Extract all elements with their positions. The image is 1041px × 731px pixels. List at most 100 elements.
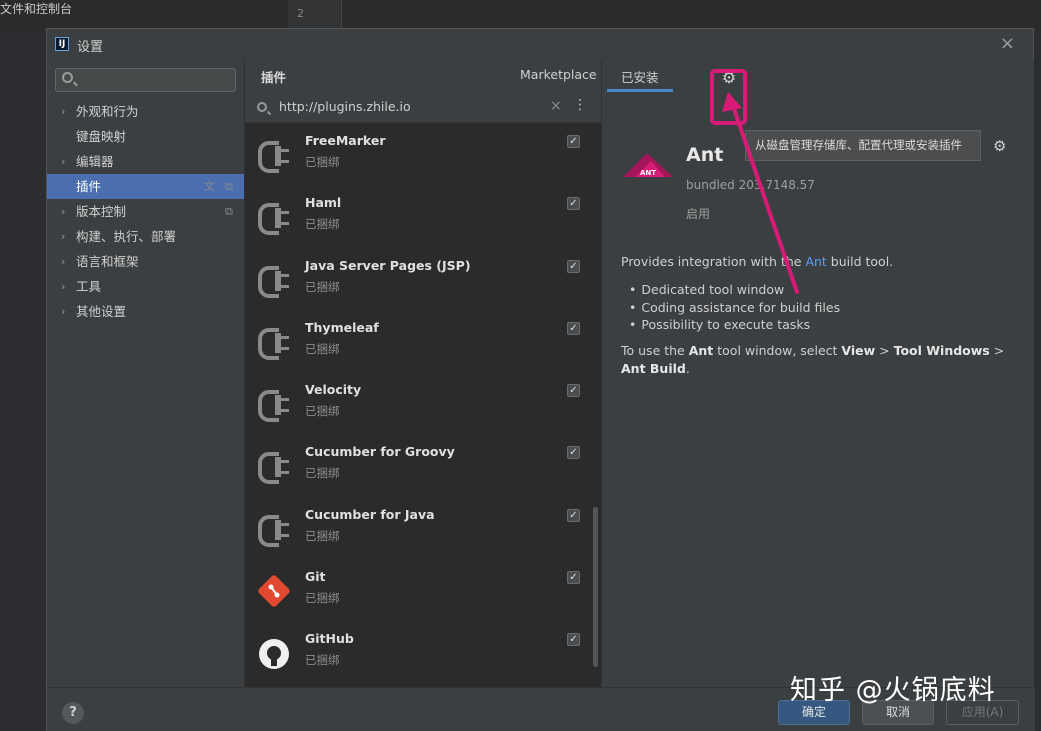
editor-area — [343, 0, 1041, 30]
plugin-search-bar[interactable]: http://plugins.zhile.io × ⋮ — [245, 93, 602, 123]
sidebar-item-label: 其他设置 — [76, 304, 127, 319]
nav-list: › 外观和行为 键盘映射 › 编辑器 插件文 ⧉ › 版本控制 ⧉ › 构建、执行、部署 › 语言和框架 ›… — [47, 99, 244, 324]
plugin-enabled-checkbox[interactable]: ✓ — [567, 259, 580, 273]
plugin-state: 启用 — [686, 207, 711, 221]
sidebar-item[interactable]: › 版本控制 ⧉ — [47, 199, 244, 224]
plugin-name: Velocity — [305, 382, 362, 398]
plugin-version: bundled 203.7148.57 — [686, 178, 815, 192]
sidebar-item[interactable]: › 构建、执行、部署 — [47, 224, 244, 249]
sidebar-item-label: 键盘映射 — [76, 129, 127, 144]
annotation-highlight-box — [710, 69, 747, 125]
plugin-name: Ant — [686, 144, 724, 166]
chevron-right-icon[interactable]: › — [61, 199, 65, 224]
plugin-description: Provides integration with the Ant build … — [621, 254, 894, 269]
intellij-app-icon: IJ — [55, 37, 69, 51]
git-icon — [257, 573, 293, 611]
sidebar-item-label: 外观和行为 — [76, 104, 139, 119]
plugin-list-scrollbar[interactable] — [593, 507, 598, 667]
plugin-enabled-checkbox[interactable]: ✓ — [567, 508, 580, 522]
gear-tooltip: 从磁盘管理存储库、配置代理或安装插件 — [745, 130, 981, 161]
sidebar-item[interactable]: › 其他设置 — [47, 299, 244, 324]
feature-list: Dedicated tool windowCoding assistance f… — [629, 281, 840, 334]
sidebar-item-label: 插件 — [76, 179, 102, 194]
zhihu-watermark: 知乎 @火锅底料 — [790, 675, 996, 706]
plugin-enabled-checkbox[interactable]: ✓ — [567, 321, 580, 335]
clear-search-icon[interactable]: × — [550, 98, 562, 114]
plugin-enabled-checkbox[interactable]: ✓ — [567, 135, 580, 148]
sidebar-item[interactable]: 插件 文 ⧉ — [47, 174, 244, 199]
sidebar-item[interactable]: › 编辑器 — [47, 149, 244, 174]
sidebar-item-label: 语言和框架 — [76, 254, 139, 269]
plugin-row[interactable]: Git 已捆绑 ✓ — [245, 567, 595, 629]
chevron-right-icon[interactable]: › — [61, 99, 65, 124]
settings-dialog: IJ 设置 × › 外观和行为 键盘映射 › 编辑器 插件文 ⧉ › 版本控制 ⧉ › 构建、执行、部… — [46, 28, 1035, 731]
chevron-right-icon[interactable]: › — [61, 299, 65, 324]
plugin-row[interactable]: Cucumber for Groovy 已捆绑 ✓ — [245, 442, 595, 504]
plugin-row[interactable]: Cucumber for Java 已捆绑 ✓ — [245, 505, 595, 567]
plug-icon — [257, 511, 293, 549]
plugin-enabled-checkbox[interactable]: ✓ — [567, 446, 580, 460]
plugin-row[interactable]: GitHub 已捆绑 ✓ — [245, 629, 595, 691]
help-button[interactable]: ? — [62, 702, 84, 724]
plugin-status: 已捆绑 — [305, 591, 340, 606]
tab-marketplace[interactable]: Marketplace — [520, 67, 597, 82]
dialog-title: 设置 — [77, 40, 104, 55]
plugin-enabled-checkbox[interactable]: ✓ — [567, 571, 580, 585]
plugin-name: Thymeleaf — [305, 319, 379, 335]
plugin-search-input[interactable]: http://plugins.zhile.io — [279, 99, 411, 114]
chevron-right-icon[interactable]: › — [61, 249, 65, 274]
nav-search-input[interactable] — [55, 68, 236, 92]
dialog-titlebar: IJ 设置 × — [47, 29, 1033, 59]
plugin-enabled-checkbox[interactable]: ✓ — [567, 633, 580, 647]
plugin-row[interactable]: Velocity 已捆绑 ✓ — [245, 380, 595, 442]
plugin-status: 已捆绑 — [305, 404, 340, 419]
plugin-status: 已捆绑 — [305, 279, 340, 294]
plugin-status: 已捆绑 — [305, 217, 340, 232]
plug-icon — [257, 324, 293, 362]
copy-icon: ⧉ — [225, 205, 233, 218]
plugin-name: FreeMarker — [305, 133, 386, 148]
ide-window-title: 文件和控制台 — [0, 2, 73, 16]
plugin-detail-pane: Marketplace 已安装 ⚙ 从磁盘管理存储库、配置代理或安装插件 ⚙ A… — [520, 59, 1034, 687]
plug-icon — [257, 386, 293, 424]
plugin-status: 已捆绑 — [305, 466, 340, 481]
sidebar-item-label: 工具 — [76, 279, 102, 294]
plugin-enabled-checkbox[interactable]: ✓ — [567, 197, 580, 211]
chevron-right-icon[interactable]: › — [61, 149, 65, 174]
chevron-right-icon[interactable]: › — [61, 224, 65, 249]
plugin-list: FreeMarker 已捆绑 ✓ Haml 已捆绑 ✓ Java Server Pages … — [245, 131, 595, 692]
search-icon — [62, 72, 73, 83]
more-options-icon[interactable]: ⋮ — [573, 97, 587, 113]
plugin-row[interactable]: Haml 已捆绑 ✓ — [245, 193, 595, 255]
plugin-name: Git — [305, 569, 326, 585]
github-icon — [257, 635, 293, 673]
feature-item: Dedicated tool window — [629, 281, 840, 299]
sidebar-item-label: 构建、执行、部署 — [76, 229, 177, 244]
ant-link[interactable]: Ant — [805, 254, 826, 269]
plugin-row[interactable]: FreeMarker 已捆绑 ✓ — [245, 131, 595, 193]
sidebar-item[interactable]: › 工具 — [47, 274, 244, 299]
plugin-row[interactable]: Thymeleaf 已捆绑 ✓ — [245, 318, 595, 380]
feature-item: Coding assistance for build files — [629, 299, 840, 317]
plugin-name: Haml — [305, 195, 342, 211]
feature-item: Possibility to execute tasks — [629, 316, 840, 334]
translate-icon: 文 — [204, 180, 215, 193]
plugin-status: 已捆绑 — [305, 341, 340, 356]
plugins-heading: 插件 — [261, 70, 287, 85]
tab-installed[interactable]: 已安装 — [621, 67, 659, 86]
chevron-right-icon[interactable]: › — [61, 274, 65, 299]
sidebar-item[interactable]: › 语言和框架 — [47, 249, 244, 274]
close-icon[interactable]: × — [1000, 33, 1015, 54]
svg-text:ANT: ANT — [640, 169, 656, 177]
plugin-settings-gear-icon[interactable]: ⚙ — [993, 137, 1006, 155]
plugin-row[interactable]: Java Server Pages (JSP) 已捆绑 ✓ — [245, 256, 595, 318]
active-tab-indicator — [607, 89, 673, 92]
sidebar-item[interactable]: 键盘映射 — [47, 124, 244, 149]
plugin-status: 已捆绑 — [305, 155, 340, 169]
plugin-enabled-checkbox[interactable]: ✓ — [567, 384, 580, 398]
plugins-pane: 插件 http://plugins.zhile.io × ⋮ FreeMarke… — [244, 59, 602, 687]
sidebar-item-label: 版本控制 — [76, 204, 127, 219]
plugin-name: GitHub — [305, 631, 354, 647]
plug-icon — [257, 262, 293, 300]
sidebar-item[interactable]: › 外观和行为 — [47, 99, 244, 124]
